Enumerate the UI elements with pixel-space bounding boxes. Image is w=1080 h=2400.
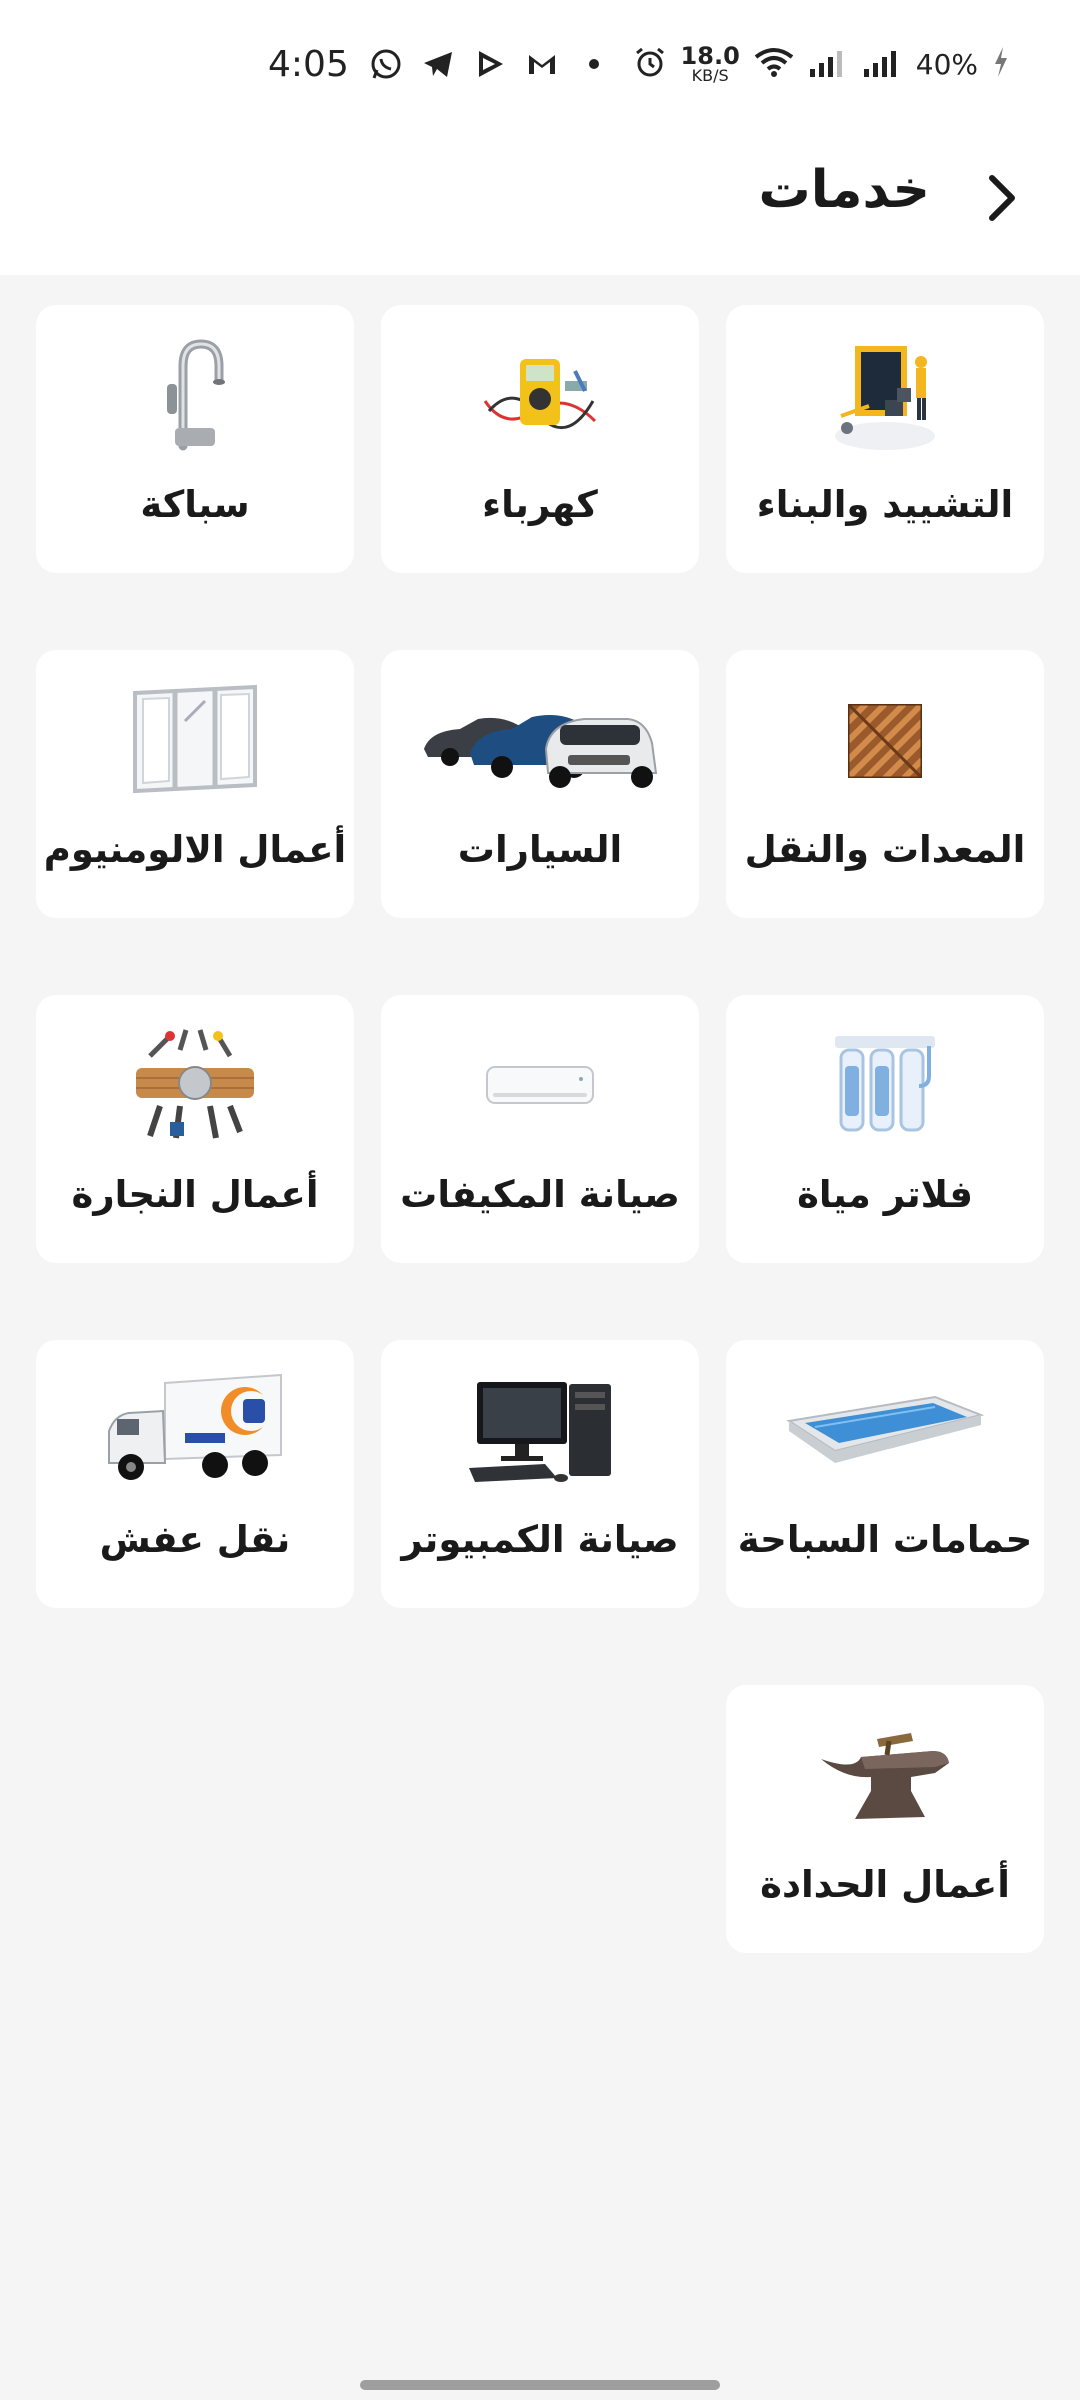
- network-speed-value: 18.0: [680, 42, 740, 70]
- network-speed-unit: KB/S: [691, 66, 729, 85]
- gmail-icon: [524, 46, 560, 82]
- status-bar: 4:05 18.0 KB/S 40%: [0, 0, 1080, 130]
- cars-icon: [381, 676, 699, 806]
- service-card-computer-maintenance[interactable]: صيانة الكمبيوتر: [381, 1340, 699, 1608]
- system-status: 18.0 KB/S 40%: [633, 44, 1010, 84]
- service-label: فلاتر مياة: [797, 1173, 973, 1216]
- service-card-plumbing[interactable]: سباكة: [36, 305, 354, 573]
- aluminum-window-icon: [36, 676, 354, 806]
- service-label: أعمال الالومنيوم: [43, 828, 347, 871]
- home-indicator[interactable]: [360, 2380, 720, 2390]
- service-card-electricity[interactable]: كهرباء: [381, 305, 699, 573]
- signal-icon-2: [862, 45, 902, 83]
- telegram-icon: [420, 46, 456, 82]
- carpentry-tools-icon: [36, 1021, 354, 1151]
- play-store-icon: [472, 46, 508, 82]
- construction-icon: [726, 331, 1044, 461]
- service-label: التشييد والبناء: [756, 483, 1014, 526]
- anvil-icon: [726, 1711, 1044, 1841]
- service-label: حمامات السباحة: [737, 1518, 1033, 1561]
- service-card-carpentry[interactable]: أعمال النجارة: [36, 995, 354, 1263]
- service-card-aluminum[interactable]: أعمال الالومنيوم: [36, 650, 354, 918]
- app-bar: خدمات: [0, 130, 1080, 275]
- service-card-ac-maintenance[interactable]: صيانة المكيفات: [381, 995, 699, 1263]
- battery-percent: 40%: [915, 47, 978, 81]
- parquet-tile-icon: [726, 676, 1044, 806]
- service-label: أعمال الحدادة: [760, 1863, 1010, 1906]
- whatsapp-icon: [368, 46, 404, 82]
- air-conditioner-icon: [381, 1021, 699, 1151]
- service-label: السيارات: [457, 828, 623, 871]
- service-card-water-filters[interactable]: فلاتر مياة: [726, 995, 1044, 1263]
- service-card-cars[interactable]: السيارات: [381, 650, 699, 918]
- network-speed: 18.0 KB/S: [681, 44, 740, 84]
- computer-icon: [381, 1366, 699, 1496]
- dot-icon: [576, 46, 612, 82]
- multimeter-icon: [381, 331, 699, 461]
- service-label: صيانة الكمبيوتر: [401, 1518, 679, 1561]
- faucet-icon: [36, 331, 354, 461]
- chevron-right-icon: [989, 175, 1015, 221]
- service-label: أعمال النجارة: [71, 1173, 319, 1216]
- status-time: 4:05: [268, 44, 349, 85]
- service-card-swimming-pools[interactable]: حمامات السباحة: [726, 1340, 1044, 1608]
- service-card-blacksmith[interactable]: أعمال الحدادة: [726, 1685, 1044, 1953]
- service-label: كهرباء: [482, 483, 598, 526]
- service-label: نقل عفش: [99, 1518, 291, 1561]
- service-label: سباكة: [140, 483, 250, 526]
- back-button[interactable]: [966, 162, 1038, 234]
- page-title: خدمات: [758, 160, 931, 220]
- service-card-furniture-moving[interactable]: نقل عفش: [36, 1340, 354, 1608]
- moving-truck-icon: [36, 1366, 354, 1496]
- service-label: المعدات والنقل: [744, 828, 1026, 871]
- wifi-icon: [754, 45, 794, 83]
- swimming-pool-icon: [726, 1366, 1044, 1496]
- charging-icon: [992, 45, 1010, 83]
- alarm-icon: [633, 45, 667, 83]
- notification-icons: [368, 44, 612, 84]
- water-filter-icon: [726, 1021, 1044, 1151]
- service-card-construction[interactable]: التشييد والبناء: [726, 305, 1044, 573]
- service-label: صيانة المكيفات: [400, 1173, 680, 1216]
- signal-icon-1: [808, 45, 848, 83]
- service-card-equipment-transport[interactable]: المعدات والنقل: [726, 650, 1044, 918]
